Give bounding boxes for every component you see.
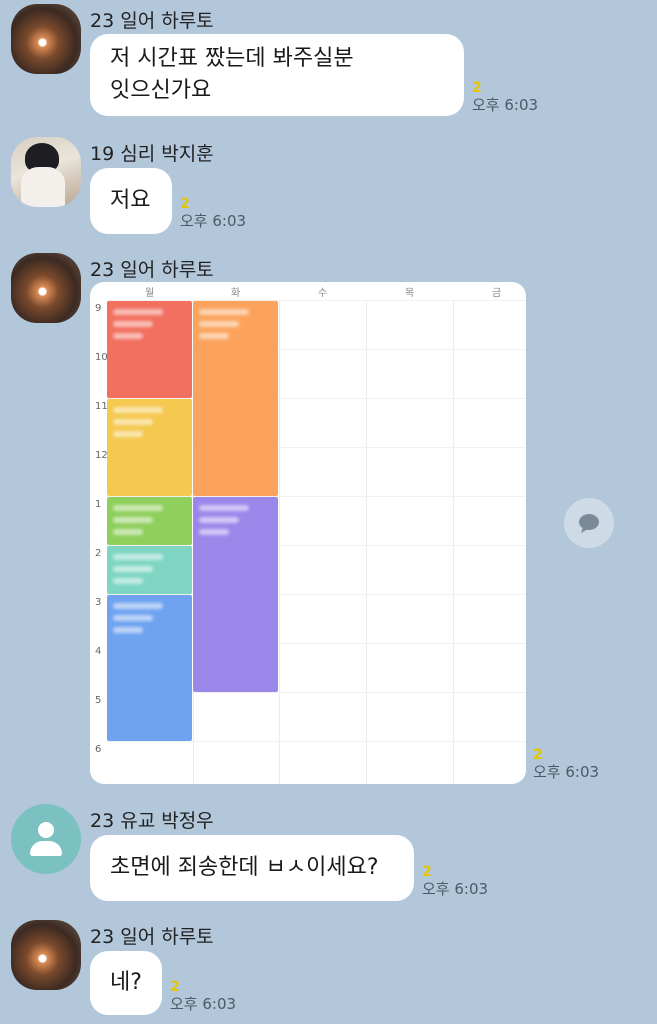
blurred-text xyxy=(113,578,143,584)
sender-name: 23 일어 하루토 xyxy=(90,10,214,32)
blurred-text xyxy=(113,554,163,560)
message-meta: 2 오후 6:03 xyxy=(422,864,489,899)
message-time: 오후 6:03 xyxy=(170,995,237,1013)
avatar[interactable] xyxy=(11,137,81,207)
blurred-text xyxy=(113,517,153,523)
timetable-column-line xyxy=(279,300,280,784)
blurred-text xyxy=(113,333,143,339)
person-icon xyxy=(38,822,54,838)
sender-name: 23 유교 박정우 xyxy=(90,810,214,832)
unread-count: 2 xyxy=(422,864,432,880)
message-bubble[interactable]: 저요 xyxy=(90,168,172,234)
message-bubble[interactable]: 저 시간표 짰는데 봐주실분 잇으신가요 xyxy=(90,34,464,116)
timetable-hour-label: 12 xyxy=(95,450,108,461)
sender-name: 19 심리 박지훈 xyxy=(90,143,214,165)
blurred-text xyxy=(199,321,239,327)
message-time: 오후 6:03 xyxy=(533,763,600,781)
blurred-text xyxy=(113,431,143,437)
message-time: 오후 6:03 xyxy=(472,96,539,114)
blurred-text xyxy=(113,529,143,535)
message-meta: 2 오후 6:03 xyxy=(472,80,539,115)
message-time: 오후 6:03 xyxy=(422,880,489,898)
blurred-text xyxy=(199,505,249,511)
timetable-day-label: 금 xyxy=(492,288,502,299)
avatar[interactable] xyxy=(11,920,81,990)
blurred-text xyxy=(113,627,143,633)
message-text: 잇으신가요 xyxy=(110,78,212,103)
sender-name: 23 일어 하루토 xyxy=(90,259,214,281)
timetable-hour-label: 5 xyxy=(95,695,102,706)
timetable-image[interactable]: 월 화 수 목 금 9 10 11 12 1 2 3 4 5 6 xyxy=(90,282,526,784)
blurred-text xyxy=(113,407,163,413)
timetable-class-block xyxy=(107,595,192,741)
message-bubble[interactable]: 초면에 죄송한데 ㅂㅅ이세요? xyxy=(90,835,414,901)
message-meta: 2 오후 6:03 xyxy=(180,196,247,231)
timetable-day-label: 목 xyxy=(405,288,415,299)
message-text: 저 시간표 짰는데 봐주실분 xyxy=(110,46,354,71)
message-time: 오후 6:03 xyxy=(180,212,247,230)
timetable-class-block xyxy=(107,399,192,496)
timetable-hour-label: 9 xyxy=(95,303,102,314)
timetable-class-block xyxy=(193,301,278,496)
blurred-text xyxy=(113,419,153,425)
timetable-hour-label: 2 xyxy=(95,548,102,559)
avatar[interactable] xyxy=(11,253,81,323)
unread-count: 2 xyxy=(170,979,180,995)
blurred-text xyxy=(113,615,153,621)
blurred-text xyxy=(199,517,239,523)
timetable-hour-label: 1 xyxy=(95,499,102,510)
unread-count: 2 xyxy=(180,196,190,212)
unread-count: 2 xyxy=(533,747,543,763)
timetable-hour-label: 3 xyxy=(95,597,102,608)
message-text: 네? xyxy=(110,970,142,995)
blurred-text xyxy=(199,529,229,535)
timetable-class-block xyxy=(107,301,192,398)
speech-bubble-icon xyxy=(579,514,599,533)
blurred-text xyxy=(113,566,153,572)
timetable-column-line xyxy=(453,300,454,784)
blurred-text xyxy=(113,321,153,327)
timetable-hour-label: 10 xyxy=(95,352,108,363)
unread-count: 2 xyxy=(472,80,482,96)
timetable-day-label: 수 xyxy=(318,288,328,299)
timetable-hour-label: 11 xyxy=(95,401,108,412)
avatar[interactable] xyxy=(11,804,81,874)
timetable-class-block xyxy=(107,497,192,545)
timetable-day-label: 월 xyxy=(145,288,155,299)
blurred-text xyxy=(113,309,163,315)
message-text: 초면에 죄송한데 ㅂㅅ이세요? xyxy=(110,855,379,880)
message-bubble[interactable]: 네? xyxy=(90,951,162,1015)
share-button[interactable] xyxy=(564,498,614,548)
timetable-hour-label: 4 xyxy=(95,646,102,657)
timetable-row-line xyxy=(107,741,526,742)
timetable-class-block xyxy=(107,546,192,594)
message-meta: 2 오후 6:03 xyxy=(170,979,237,1014)
sender-name: 23 일어 하루토 xyxy=(90,926,214,948)
message-meta: 2 오후 6:03 xyxy=(533,747,600,782)
blurred-text xyxy=(199,309,249,315)
avatar[interactable] xyxy=(11,4,81,74)
timetable-hour-label: 6 xyxy=(95,744,102,755)
blurred-text xyxy=(113,603,163,609)
blurred-text xyxy=(113,505,163,511)
timetable-class-block xyxy=(193,497,278,692)
timetable-day-label: 화 xyxy=(231,288,241,299)
timetable-column-line xyxy=(366,300,367,784)
message-text: 저요 xyxy=(110,188,151,213)
blurred-text xyxy=(199,333,229,339)
